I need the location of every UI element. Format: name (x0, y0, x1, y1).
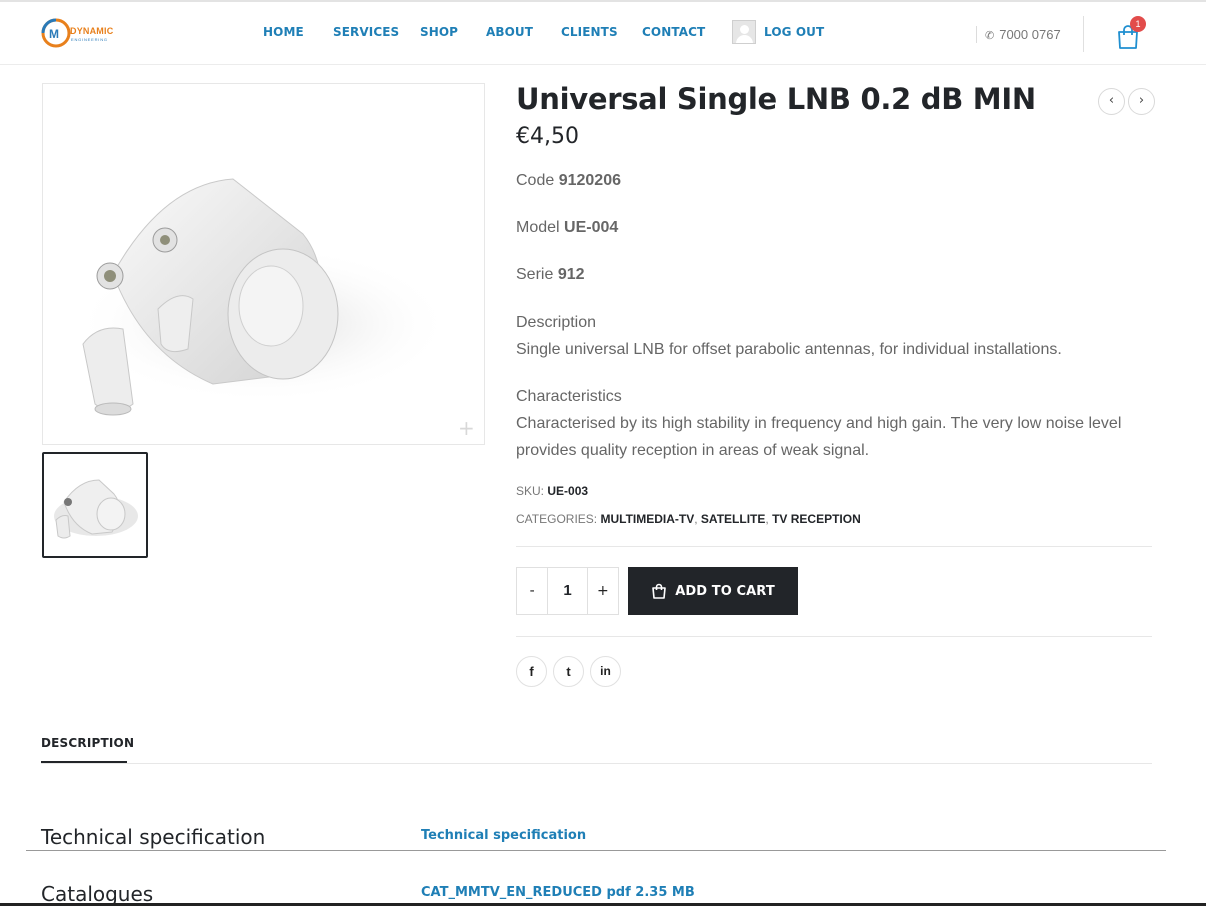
nav-logout[interactable]: LOG OUT (764, 25, 824, 39)
product-thumbnail[interactable] (42, 452, 148, 558)
share-twitter-button[interactable]: t (553, 656, 584, 687)
nav-about[interactable]: ABOUT (486, 25, 533, 39)
quantity-minus-button[interactable]: - (517, 568, 547, 614)
spec-divider (26, 850, 1166, 851)
tabs-divider (41, 763, 1152, 764)
category-separator: , (765, 512, 769, 526)
next-product-button[interactable]: › (1128, 88, 1155, 115)
facebook-icon: f (529, 664, 534, 679)
twitter-icon: t (566, 664, 571, 679)
shopping-bag-icon (652, 583, 666, 599)
nav-services[interactable]: SERVICES (333, 25, 399, 39)
description-heading: Description (516, 314, 597, 331)
logo-subtext: ENGINEERING (71, 37, 108, 42)
spec-link-technical[interactable]: Technical specification (421, 828, 586, 843)
add-to-cart-button[interactable]: ADD TO CART (628, 567, 798, 615)
characteristics-heading: Characteristics (516, 388, 622, 405)
site-logo[interactable]: M DYNAMIC ENGINEERING (40, 16, 124, 50)
sku-value: UE-003 (547, 484, 589, 498)
cart-count-badge: 1 (1130, 16, 1146, 32)
product-price: €4,50 (516, 124, 579, 149)
category-link-multimedia-tv[interactable]: MULTIMEDIA-TV (600, 512, 694, 526)
user-avatar-icon[interactable] (732, 20, 756, 44)
divider (516, 546, 1152, 547)
lnb-thumbnail-image (54, 479, 138, 539)
phone-number: 7000 0767 (999, 27, 1061, 42)
cart-divider (1083, 16, 1084, 52)
nav-home[interactable]: HOME (263, 25, 304, 39)
quantity-stepper: - 1 + (516, 567, 619, 615)
product-main-image[interactable] (42, 83, 485, 445)
nav-clients[interactable]: CLIENTS (561, 25, 618, 39)
site-header: M DYNAMIC ENGINEERING HOME SERVICES SHOP… (0, 2, 1206, 65)
categories-line: CATEGORIES: MULTIMEDIA-TV, SATELLITE, TV… (516, 512, 861, 526)
product-model: Model UE-004 (516, 219, 618, 237)
quantity-plus-button[interactable]: + (588, 568, 618, 614)
share-facebook-button[interactable]: f (516, 656, 547, 687)
lnb-product-image (73, 178, 453, 416)
tab-description[interactable]: DESCRIPTION (41, 736, 134, 750)
model-label: Model (516, 219, 560, 236)
svg-text:M: M (49, 27, 59, 41)
serie-label: Serie (516, 266, 554, 283)
divider (516, 636, 1152, 637)
characteristics-text: Characterised by its high stability in f… (516, 415, 1122, 459)
logo-text: DYNAMIC (70, 26, 114, 36)
sku-label: SKU: (516, 484, 545, 498)
category-separator: , (694, 512, 698, 526)
product-code: Code 9120206 (516, 172, 621, 190)
share-linkedin-button[interactable]: in (590, 656, 621, 687)
categories-label: CATEGORIES: (516, 512, 598, 526)
spec-link-catalogue-pdf[interactable]: CAT_MMTV_EN_REDUCED pdf 2.35 MB (421, 885, 695, 900)
logo-mark-icon: M (41, 18, 71, 48)
code-label: Code (516, 172, 555, 189)
description-text: Single universal LNB for offset paraboli… (516, 341, 1062, 358)
chevron-right-icon: › (1138, 93, 1145, 108)
nav-contact[interactable]: CONTACT (642, 25, 705, 39)
add-to-cart-label: ADD TO CART (675, 583, 775, 599)
product-serie: Serie 912 (516, 266, 585, 284)
product-title: Universal Single LNB 0.2 dB MIN (516, 82, 1036, 116)
sku-line: SKU: UE-003 (516, 484, 588, 498)
phone-divider (976, 26, 977, 43)
quantity-input[interactable]: 1 (547, 568, 588, 614)
prev-product-button[interactable]: ‹ (1098, 88, 1125, 115)
category-link-tv-reception[interactable]: TV RECEPTION (772, 512, 861, 526)
nav-shop[interactable]: SHOP (420, 25, 458, 39)
category-link-satellite[interactable]: SATELLITE (701, 512, 765, 526)
chevron-left-icon: ‹ (1108, 93, 1115, 108)
model-value: UE-004 (564, 219, 619, 236)
phone-icon: ✆ (985, 30, 995, 42)
zoom-icon[interactable]: + (458, 416, 475, 440)
header-phone[interactable]: ✆ 7000 0767 (985, 27, 1061, 42)
code-value: 9120206 (558, 172, 621, 189)
serie-value: 912 (557, 266, 585, 283)
linkedin-icon: in (600, 664, 611, 678)
spec-label-technical: Technical specification (41, 825, 266, 849)
